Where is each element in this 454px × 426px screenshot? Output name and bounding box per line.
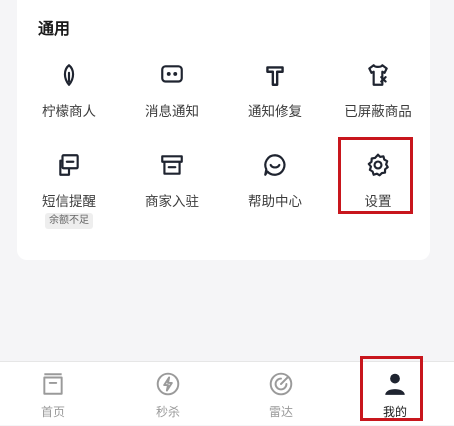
lightning-icon [154,370,182,398]
shirt-block-icon [363,60,393,90]
tile-label: 已屏蔽商品 [344,104,412,120]
tile-blocked-products[interactable]: 已屏蔽商品 [328,56,428,132]
help-chat-icon [260,150,290,180]
bottom-tab-bar: 首页 秒杀 雷达 我的 [0,361,454,425]
tile-settings[interactable]: 设置 [328,146,428,222]
tile-label: 商家入驻 [145,194,199,210]
tile-label: 消息通知 [145,104,199,120]
tab-label: 秒杀 [155,405,180,419]
radar-icon [267,370,295,398]
tab-label: 首页 [40,405,65,419]
tile-message-notification[interactable]: 消息通知 [122,56,222,132]
tile-sms-reminder[interactable]: 短信提醒 余额不足 [19,146,119,236]
tab-home[interactable]: 首页 [8,362,98,426]
section-title: 通用 [38,19,71,38]
tile-label: 设置 [364,194,392,210]
tab-label: 我的 [382,405,407,419]
tile-label: 通知修复 [248,104,302,120]
tab-flash-sale[interactable]: 秒杀 [123,362,213,426]
user-icon [381,370,409,398]
tile-merchant-join[interactable]: 商家入驻 [122,146,222,222]
leaf-icon [54,60,84,90]
tab-mine[interactable]: 我的 [350,362,440,426]
home-box-icon [39,370,67,398]
tile-label: 柠檬商人 [42,104,96,120]
general-section-card: 通用 柠檬商人 消息通知 通知修复 已屏蔽商品 短信提醒 余额不足 商家入驻 帮… [17,0,430,260]
store-icon [157,150,187,180]
chat-bubble-icon [157,60,187,90]
sms-icon [54,150,84,180]
tile-label: 帮助中心 [248,194,302,210]
tile-lemon-merchant[interactable]: 柠檬商人 [19,56,119,132]
gear-icon [363,150,393,180]
balance-low-badge: 余额不足 [45,213,93,229]
tile-help-center[interactable]: 帮助中心 [225,146,325,222]
hammer-icon [260,60,290,90]
tile-label: 短信提醒 [42,194,96,210]
tab-label: 雷达 [268,405,293,419]
tile-notification-repair[interactable]: 通知修复 [225,56,325,132]
tab-radar[interactable]: 雷达 [236,362,326,426]
